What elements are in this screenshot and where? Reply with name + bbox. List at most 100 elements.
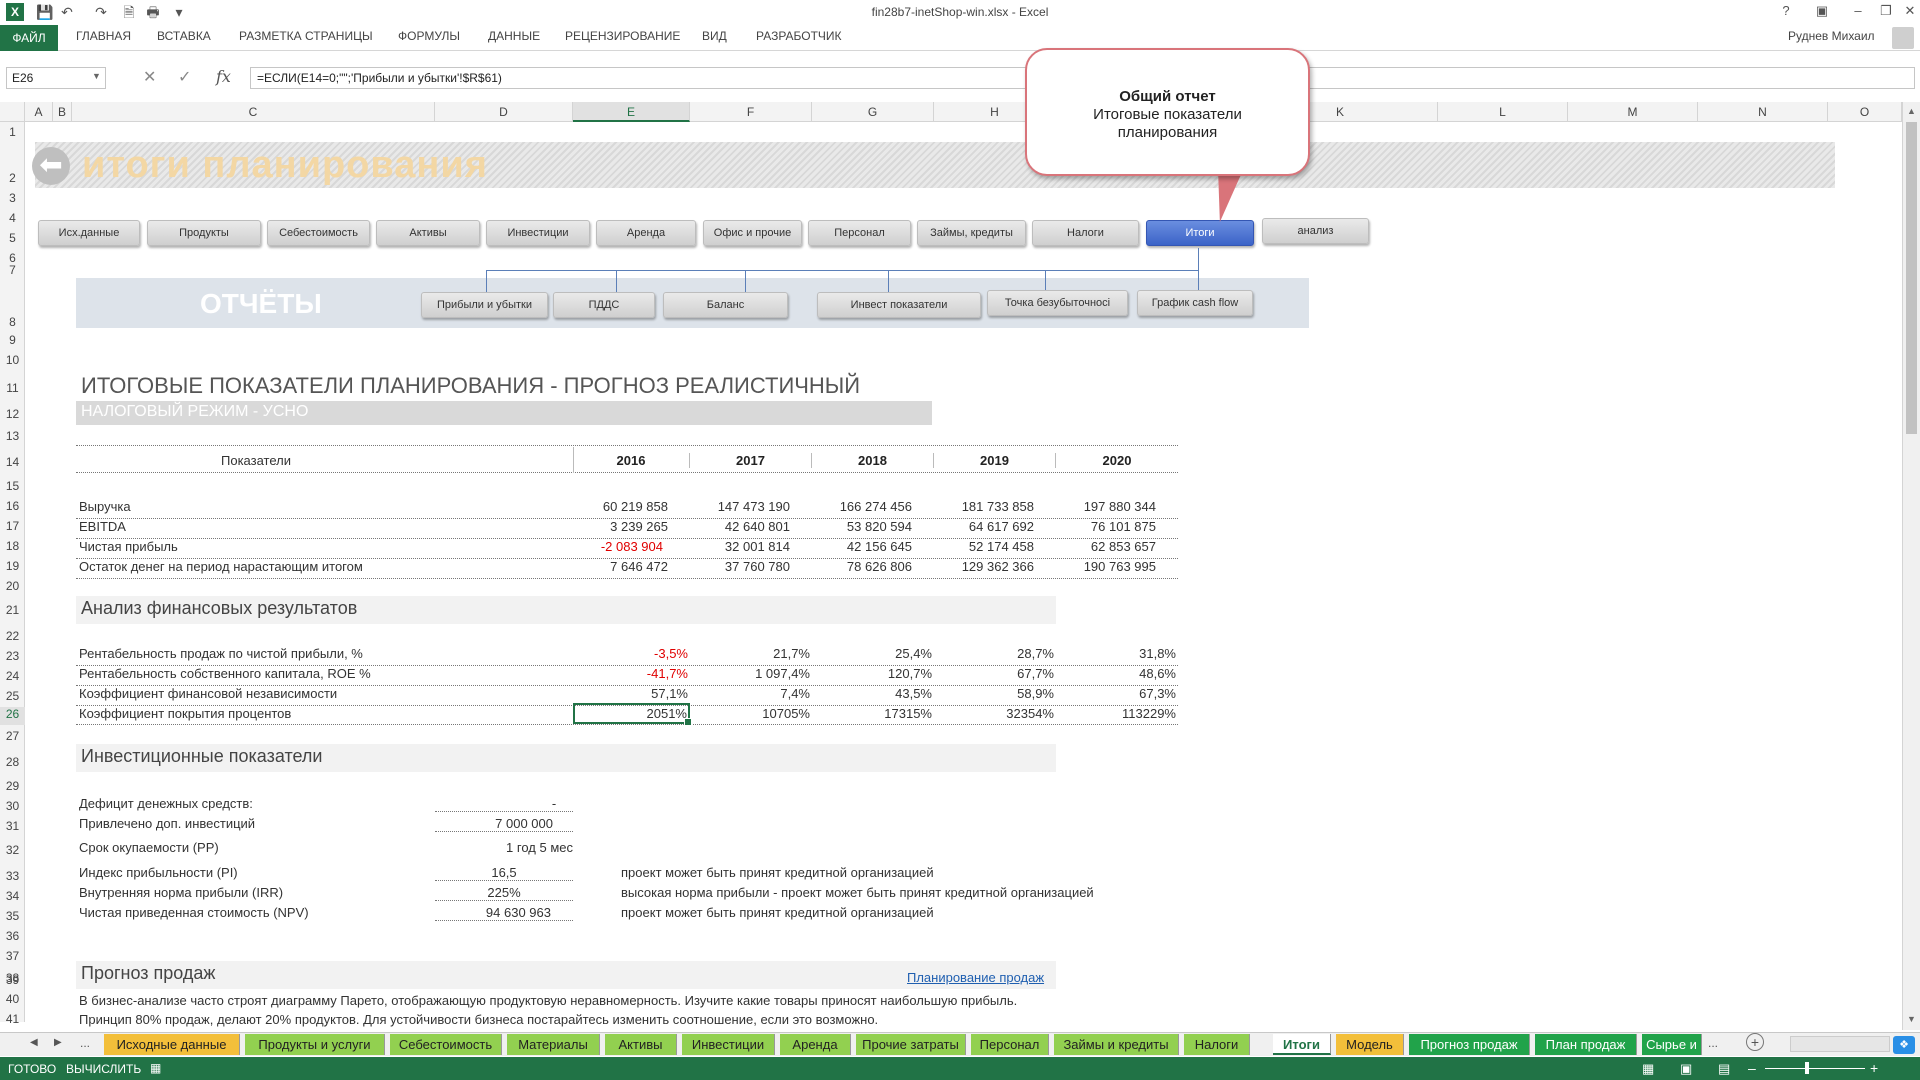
cell-value[interactable]: 76 101 875 <box>1056 519 1156 534</box>
sheet-tab[interactable]: Исходные данные <box>104 1034 240 1055</box>
cell-value[interactable]: 48,6% <box>1056 666 1176 681</box>
col-header-m[interactable]: M <box>1568 102 1698 122</box>
cell-value[interactable]: 3 239 265 <box>573 519 668 534</box>
cell-value[interactable]: 37 760 780 <box>690 559 790 574</box>
row-header[interactable]: 15 <box>0 479 25 493</box>
cell-value[interactable]: 43,5% <box>812 686 932 701</box>
cell-value[interactable]: 129 362 366 <box>934 559 1034 574</box>
scroll-down-icon[interactable]: ▼ <box>1907 1014 1916 1024</box>
nav-button-office[interactable]: Офис и прочие <box>703 220 802 246</box>
zoom-out-icon[interactable]: – <box>1748 1060 1756 1076</box>
cell-value[interactable]: 21,7% <box>690 646 810 661</box>
zoom-in-icon[interactable]: + <box>1870 1060 1878 1076</box>
dropbox-icon[interactable]: ❖ <box>1893 1036 1915 1054</box>
invest-value[interactable]: 225% <box>435 885 573 901</box>
sheet-tab[interactable]: Модель <box>1336 1034 1404 1055</box>
sheet-tab[interactable]: Займы и кредиты <box>1054 1034 1179 1055</box>
back-arrow-icon[interactable]: ⬅ <box>32 147 70 185</box>
nav-button-cost[interactable]: Себестоимость <box>267 220 370 246</box>
cell-value-negative[interactable]: -2 083 904 <box>573 539 663 554</box>
sheet-tab[interactable]: Персонал <box>971 1034 1049 1055</box>
row-header[interactable]: 21 <box>0 603 25 617</box>
row-header[interactable]: 10 <box>0 353 25 367</box>
col-header-g[interactable]: G <box>812 102 934 122</box>
row-header[interactable]: 23 <box>0 649 25 663</box>
row-header[interactable]: 1 <box>0 125 25 139</box>
active-cell-selection[interactable] <box>573 703 692 726</box>
tab-formulas[interactable]: ФОРМУЛЫ <box>398 29 460 43</box>
tab-view[interactable]: ВИД <box>702 29 727 43</box>
col-header-a[interactable]: A <box>25 102 53 122</box>
sheet-tab[interactable]: План продаж <box>1535 1034 1637 1055</box>
row-header[interactable]: 22 <box>0 629 25 643</box>
tab-home[interactable]: ГЛАВНАЯ <box>76 29 131 43</box>
row-header[interactable]: 18 <box>0 539 25 553</box>
cell-value[interactable]: 7 646 472 <box>573 559 668 574</box>
nav-button-taxes[interactable]: Налоги <box>1032 220 1139 246</box>
report-button-cashflow[interactable]: ПДДС <box>553 292 655 318</box>
page-layout-view-icon[interactable]: ▣ <box>1680 1061 1692 1077</box>
sheet-tab[interactable]: Материалы <box>507 1034 600 1055</box>
cell-value[interactable]: 31,8% <box>1056 646 1176 661</box>
invest-value[interactable]: 7 000 000 <box>435 816 573 832</box>
tab-page-layout[interactable]: РАЗМЕТКА СТРАНИЦЫ <box>239 29 373 43</box>
nav-button-assets[interactable]: Активы <box>376 220 480 246</box>
row-header[interactable]: 40 <box>0 992 25 1006</box>
cell-value[interactable]: 7,4% <box>690 686 810 701</box>
invest-value[interactable]: 1 год 5 мес <box>435 840 573 855</box>
tab-review[interactable]: РЕЦЕНЗИРОВАНИЕ <box>565 29 680 43</box>
cell-value[interactable]: 58,9% <box>934 686 1054 701</box>
report-button-balance[interactable]: Баланс <box>663 292 788 318</box>
sheet-tab[interactable]: Аренда <box>780 1034 851 1055</box>
nav-button-loans[interactable]: Займы, кредиты <box>917 220 1026 246</box>
row-header[interactable]: 24 <box>0 669 25 683</box>
invest-value[interactable]: 16,5 <box>435 865 573 881</box>
tab-insert[interactable]: ВСТАВКА <box>157 29 211 43</box>
row-header[interactable]: 41 <box>0 1012 25 1026</box>
row-header[interactable]: 27 <box>0 729 25 743</box>
user-name[interactable]: Руднев Михаил <box>1788 29 1875 43</box>
sheet-tab[interactable]: Продукты и услуги <box>245 1034 385 1055</box>
row-header[interactable]: 33 <box>0 869 25 883</box>
row-header[interactable]: 17 <box>0 519 25 533</box>
cell-value[interactable]: 1 097,4% <box>690 666 810 681</box>
cell-value[interactable]: 67,3% <box>1056 686 1176 701</box>
cell-value[interactable]: 53 820 594 <box>812 519 912 534</box>
row-header[interactable]: 34 <box>0 889 25 903</box>
row-header[interactable]: 11 <box>0 381 25 395</box>
cell-value[interactable]: 67,7% <box>934 666 1054 681</box>
zoom-slider[interactable] <box>1765 1068 1865 1069</box>
nav-button-staff[interactable]: Персонал <box>808 220 911 246</box>
row-header[interactable]: 16 <box>0 499 25 513</box>
row-header[interactable]: 36 <box>0 929 25 943</box>
add-sheet-icon[interactable]: + <box>1746 1033 1764 1051</box>
nav-button-investments[interactable]: Инвестиции <box>486 220 590 246</box>
vertical-scrollbar[interactable]: ▲ ▼ <box>1902 102 1920 1030</box>
row-header[interactable]: 29 <box>0 779 25 793</box>
minimize-icon[interactable]: – <box>1844 3 1872 21</box>
cell-value[interactable]: 64 617 692 <box>934 519 1034 534</box>
row-header[interactable]: 12 <box>0 407 25 421</box>
invest-value[interactable]: - <box>435 796 573 812</box>
avatar[interactable] <box>1892 27 1914 49</box>
row-header-selected[interactable]: 26 <box>0 707 25 725</box>
cell-value[interactable]: 190 763 995 <box>1056 559 1156 574</box>
nav-button-source-data[interactable]: Исх.данные <box>38 220 140 246</box>
row-header[interactable]: 35 <box>0 909 25 923</box>
report-button-breakeven[interactable]: Точка безубыточносi <box>987 290 1128 316</box>
cell-value[interactable]: 42 640 801 <box>690 519 790 534</box>
sheet-tab[interactable]: Налоги <box>1184 1034 1250 1055</box>
cell-value[interactable]: 113229% <box>1056 706 1176 721</box>
nav-button-products[interactable]: Продукты <box>147 220 261 246</box>
col-header-c[interactable]: C <box>72 102 435 122</box>
cell-value[interactable]: 32 001 814 <box>690 539 790 554</box>
cell-value[interactable]: 10705% <box>690 706 810 721</box>
cell-value-negative[interactable]: -41,7% <box>573 666 688 681</box>
cancel-icon[interactable]: ✕ <box>143 67 156 87</box>
sales-planning-link[interactable]: Планирование продаж <box>907 970 1044 985</box>
normal-view-icon[interactable]: ▦ <box>1642 1061 1654 1077</box>
macro-record-icon[interactable]: ▦ <box>150 1061 161 1075</box>
scroll-thumb[interactable] <box>1906 122 1917 434</box>
cell-value[interactable]: 78 626 806 <box>812 559 912 574</box>
cell-value[interactable]: 166 274 456 <box>812 499 912 514</box>
